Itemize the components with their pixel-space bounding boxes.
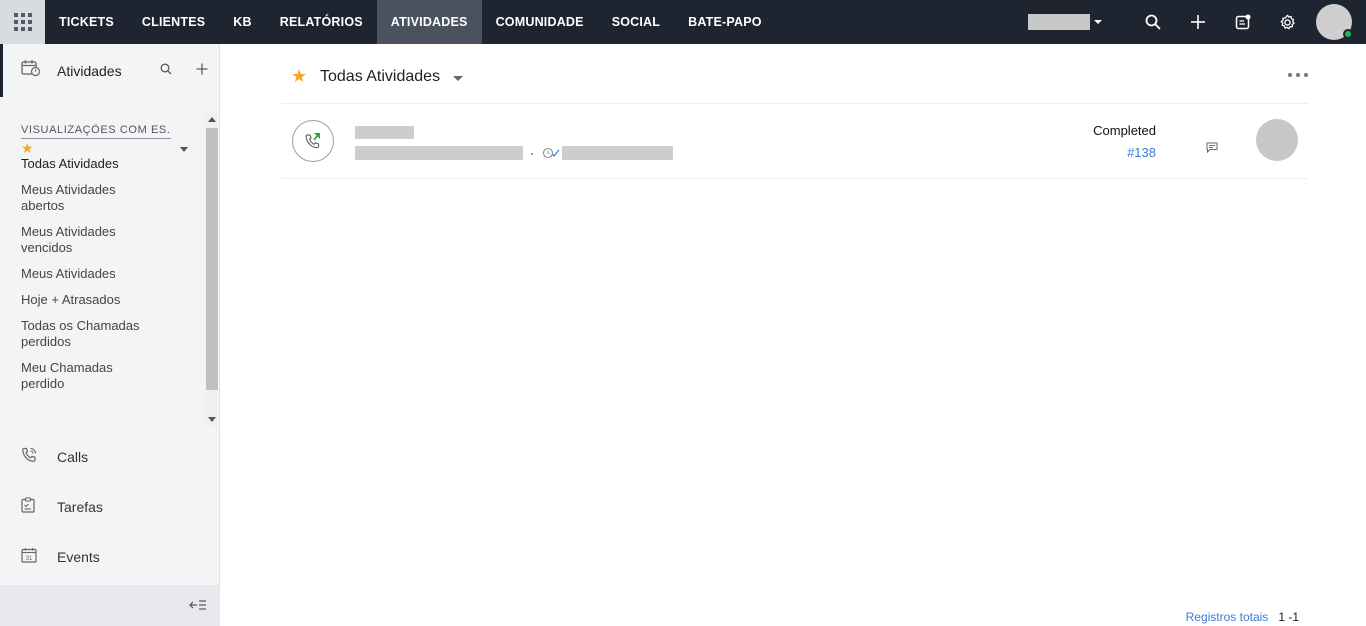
nav-tab-clientes[interactable]: CLIENTES xyxy=(128,0,219,44)
views-section-title: VISUALIZAÇÕES COM ES... xyxy=(21,124,171,139)
clipboard-icon xyxy=(21,496,39,518)
views-scrollbar[interactable] xyxy=(205,114,218,426)
top-navigation: TICKETS CLIENTES KB RELATÓRIOS ATIVIDADE… xyxy=(0,0,1366,44)
module-label: Calls xyxy=(57,449,89,465)
nav-tab-relatorios[interactable]: RELATÓRIOS xyxy=(266,0,377,44)
activity-contact-redacted xyxy=(355,146,523,160)
view-item[interactable]: Todas Atividades xyxy=(21,156,141,172)
department-selector[interactable] xyxy=(1028,14,1090,30)
view-item[interactable]: Meus Atividades abertos xyxy=(21,182,141,214)
view-item[interactable]: Todas os Chamadas perdidos xyxy=(21,318,141,350)
ticket-link[interactable]: #138 xyxy=(1127,145,1156,160)
star-icon: ★ xyxy=(21,140,34,156)
nav-right-tools xyxy=(1028,0,1366,44)
nav-tab-kb[interactable]: KB xyxy=(219,0,265,44)
incoming-call-icon xyxy=(292,120,334,162)
module-label: Tarefas xyxy=(57,499,103,515)
nav-tab-tickets[interactable]: TICKETS xyxy=(45,0,128,44)
assignee-avatar[interactable] xyxy=(1256,119,1298,161)
sidebar: Atividades VISUALIZAÇÕES COM ES... ★ Tod… xyxy=(0,44,220,626)
view-item[interactable]: Hoje + Atrasados xyxy=(21,292,141,308)
views-list: ★ Todas Atividades Meus Atividades abert… xyxy=(21,140,201,402)
star-icon[interactable]: ★ xyxy=(291,66,307,87)
module-events[interactable]: 31 Events xyxy=(0,537,219,577)
view-header: ★ Todas Atividades xyxy=(281,44,1308,104)
user-avatar[interactable] xyxy=(1316,4,1353,40)
view-item[interactable]: Meus Atividades xyxy=(21,266,141,282)
calendar-icon: 31 xyxy=(21,547,39,568)
activity-subject-redacted xyxy=(355,126,414,139)
apps-grid-icon[interactable] xyxy=(0,0,45,44)
view-title[interactable]: Todas Atividades xyxy=(320,68,440,86)
activities-icon xyxy=(21,59,41,82)
view-item[interactable]: Meu Chamadas perdido xyxy=(21,360,141,392)
nav-tab-bate-papo[interactable]: BATE-PAPO xyxy=(674,0,776,44)
nav-tab-comunidade[interactable]: COMUNIDADE xyxy=(482,0,598,44)
scroll-up-icon[interactable] xyxy=(208,117,216,122)
plus-icon[interactable] xyxy=(196,62,208,80)
scroll-down-icon[interactable] xyxy=(208,417,216,422)
presence-status-dot xyxy=(1343,29,1353,39)
phone-icon xyxy=(21,447,39,468)
collapse-sidebar-bar xyxy=(0,585,219,626)
nav-tab-atividades[interactable]: ATIVIDADES xyxy=(376,0,482,44)
separator-dot xyxy=(531,153,533,155)
module-calls[interactable]: Calls xyxy=(0,437,219,477)
comment-icon[interactable] xyxy=(1206,140,1218,158)
chevron-down-icon[interactable] xyxy=(180,147,188,152)
more-options-icon[interactable] xyxy=(1288,73,1308,77)
svg-text:31: 31 xyxy=(26,556,33,562)
module-tarefas[interactable]: Tarefas xyxy=(0,487,219,527)
activity-row[interactable]: Completed #138 xyxy=(281,104,1308,179)
search-icon[interactable] xyxy=(160,62,172,80)
view-item[interactable]: Meus Atividades vencidos xyxy=(21,224,141,256)
nav-tabs: TICKETS CLIENTES KB RELATÓRIOS ATIVIDADE… xyxy=(45,0,776,44)
chevron-down-icon[interactable] xyxy=(1094,20,1102,24)
gear-icon[interactable] xyxy=(1265,0,1310,44)
collapse-sidebar-icon[interactable] xyxy=(189,598,207,616)
total-records-count: 1 -1 xyxy=(1278,610,1299,624)
clock-check-icon xyxy=(542,146,560,165)
module-label: Events xyxy=(57,549,100,565)
scrollbar-thumb[interactable] xyxy=(206,128,218,390)
activity-status: Completed xyxy=(1093,123,1156,138)
compose-icon[interactable] xyxy=(1220,0,1265,44)
records-footer: Registros totais 1 -1 xyxy=(1186,610,1299,624)
chevron-down-icon[interactable] xyxy=(453,76,463,81)
plus-icon[interactable] xyxy=(1175,0,1220,44)
sidebar-header: Atividades xyxy=(0,44,219,97)
search-icon[interactable] xyxy=(1130,0,1175,44)
nav-tab-social[interactable]: SOCIAL xyxy=(598,0,674,44)
main-content: ★ Todas Atividades Completed #138 Regist… xyxy=(221,44,1366,626)
sidebar-title: Atividades xyxy=(57,62,122,79)
activity-date-redacted xyxy=(562,146,673,160)
total-records-label[interactable]: Registros totais xyxy=(1186,610,1269,624)
